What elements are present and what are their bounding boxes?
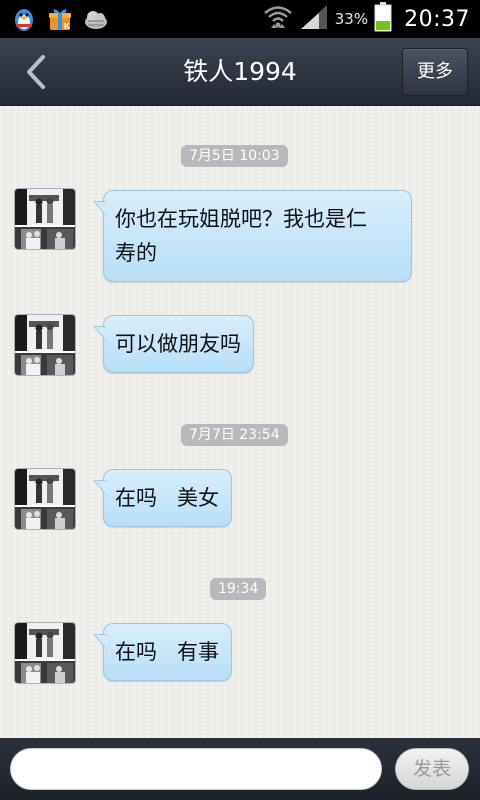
more-button[interactable]: 更多 xyxy=(402,48,468,96)
signal-icon xyxy=(299,4,329,34)
cloud-icon xyxy=(82,5,110,33)
timestamp-label: 7月7日 23:54 xyxy=(181,424,288,446)
message-text: 你也在玩姐脱吧？我也是仁 xyxy=(115,207,367,231)
chat-area[interactable]: 7月5日 10:03 你也在玩姐脱吧？我也是仁 寿的 可以做朋友吗 7月7日 2… xyxy=(0,106,480,738)
message-bubble[interactable]: 可以做朋友吗 xyxy=(103,315,254,373)
chevron-left-icon xyxy=(27,55,45,89)
message-text: 可以做朋友吗 xyxy=(115,332,241,356)
battery-percent: 33% xyxy=(334,10,369,28)
avatar[interactable] xyxy=(14,188,76,250)
avatar[interactable] xyxy=(14,314,76,376)
status-bar: K 33% 20:37 xyxy=(0,0,480,38)
wifi-icon xyxy=(263,4,293,34)
timestamp-label: 7月5日 10:03 xyxy=(181,145,288,167)
qq-penguin-icon xyxy=(10,5,38,33)
message-text: 在吗 美女 xyxy=(115,486,220,510)
send-button[interactable]: 发表 xyxy=(395,748,469,790)
svg-text:K: K xyxy=(64,22,70,31)
notification-icons: K xyxy=(10,5,110,33)
avatar[interactable] xyxy=(14,622,76,684)
input-bar: 发表 xyxy=(0,738,480,800)
system-indicators: 33% 20:37 xyxy=(263,2,470,36)
gift-box-icon: K xyxy=(46,5,74,33)
message-bubble[interactable]: 在吗 有事 xyxy=(103,623,233,681)
message-bubble[interactable]: 你也在玩姐脱吧？我也是仁 寿的 xyxy=(103,190,412,282)
avatar[interactable] xyxy=(14,468,76,530)
battery-icon xyxy=(374,2,392,36)
message-text: 在吗 有事 xyxy=(115,640,220,664)
message-input[interactable] xyxy=(10,748,382,790)
message-bubble[interactable]: 在吗 美女 xyxy=(103,469,233,527)
back-button[interactable] xyxy=(10,46,62,98)
timestamp-label: 19:34 xyxy=(210,578,267,600)
clock: 20:37 xyxy=(404,6,470,32)
message-text: 寿的 xyxy=(115,241,157,265)
title-bar: 铁人1994 更多 xyxy=(0,38,480,106)
